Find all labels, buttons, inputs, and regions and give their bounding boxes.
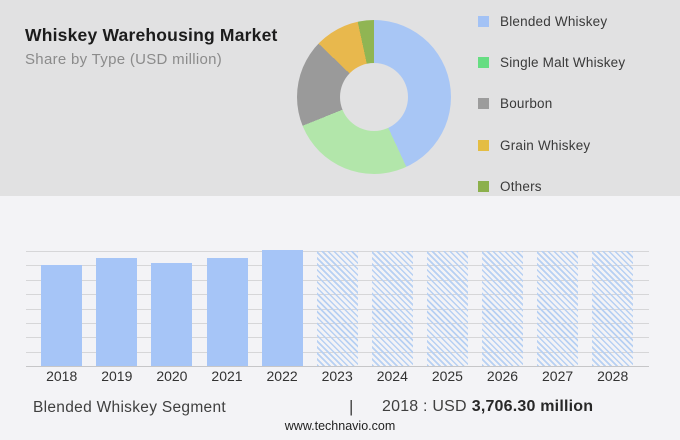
footer-value-prefix: 2018 : USD [382, 398, 467, 415]
x-axis-label-2028: 2028 [597, 368, 629, 384]
footer-value-bold: 3,706.30 million [471, 398, 594, 415]
legend: Blended Whiskey Single Malt Whiskey Bour… [478, 12, 625, 196]
top-panel: Whiskey Warehousing Market Share by Type… [0, 0, 680, 196]
website-url: www.technavio.com [284, 419, 396, 433]
footer-value: 2018 : USD 3,706.30 million [382, 398, 593, 416]
x-axis-label-2022: 2022 [266, 368, 298, 384]
forecast-bar-2025 [426, 251, 468, 366]
x-axis-label-2020: 2020 [156, 368, 188, 384]
bar-2018 [41, 264, 83, 366]
bottom-panel: 2018 2019 2020 2021 2022 2023 2024 2025 2026 2027… [0, 196, 680, 440]
legend-label: Grain Whiskey [500, 137, 591, 153]
forecast-bar-2028 [592, 251, 634, 366]
x-axis-label-2021: 2021 [211, 368, 243, 384]
page-subtitle: Share by Type (USD million) [25, 51, 223, 68]
legend-item-blended-whiskey: Blended Whiskey [478, 12, 625, 30]
legend-label: Blended Whiskey [500, 13, 608, 29]
legend-item-single-malt-whiskey: Single Malt Whiskey [478, 53, 625, 71]
bar-plot [26, 249, 649, 367]
legend-swatch-blended-whiskey [478, 15, 489, 27]
legend-swatch-single-malt-whiskey [478, 56, 489, 68]
x-axis-label-2025: 2025 [431, 368, 463, 384]
legend-label: Single Malt Whiskey [500, 54, 626, 70]
forecast-bar-2026 [482, 251, 523, 366]
footer-separator: | [349, 397, 354, 416]
donut-chart [297, 20, 451, 174]
legend-swatch-bourbon [478, 98, 489, 110]
segment-label: Blended Whiskey Segment [33, 399, 226, 416]
legend-label: Others [500, 179, 542, 195]
bar-2020 [151, 262, 193, 366]
legend-item-bourbon: Bourbon [478, 95, 625, 113]
forecast-bar-2027 [537, 251, 579, 366]
x-axis-label-2019: 2019 [101, 368, 133, 384]
x-axis-label-2027: 2027 [542, 368, 574, 384]
forecast-bar-2023 [316, 251, 358, 366]
x-axis-label-2026: 2026 [486, 368, 519, 384]
x-axis-label-2024: 2024 [376, 368, 408, 384]
legend-swatch-others [478, 181, 489, 193]
x-axis-label-2023: 2023 [321, 368, 353, 384]
legend-item-grain-whiskey: Grain Whiskey [478, 136, 625, 154]
legend-item-others: Others [478, 178, 625, 196]
legend-label: Bourbon [500, 96, 553, 112]
forecast-bar-2024 [371, 251, 413, 366]
bar-2021 [206, 257, 248, 366]
bar-2019 [96, 257, 138, 366]
x-axis-label-2018: 2018 [46, 368, 78, 384]
donut-hole [340, 63, 408, 131]
page-title: Whiskey Warehousing Market [25, 25, 278, 45]
gridline-baseline [26, 366, 649, 367]
bar-2022 [261, 249, 303, 366]
legend-swatch-grain-whiskey [478, 139, 489, 151]
